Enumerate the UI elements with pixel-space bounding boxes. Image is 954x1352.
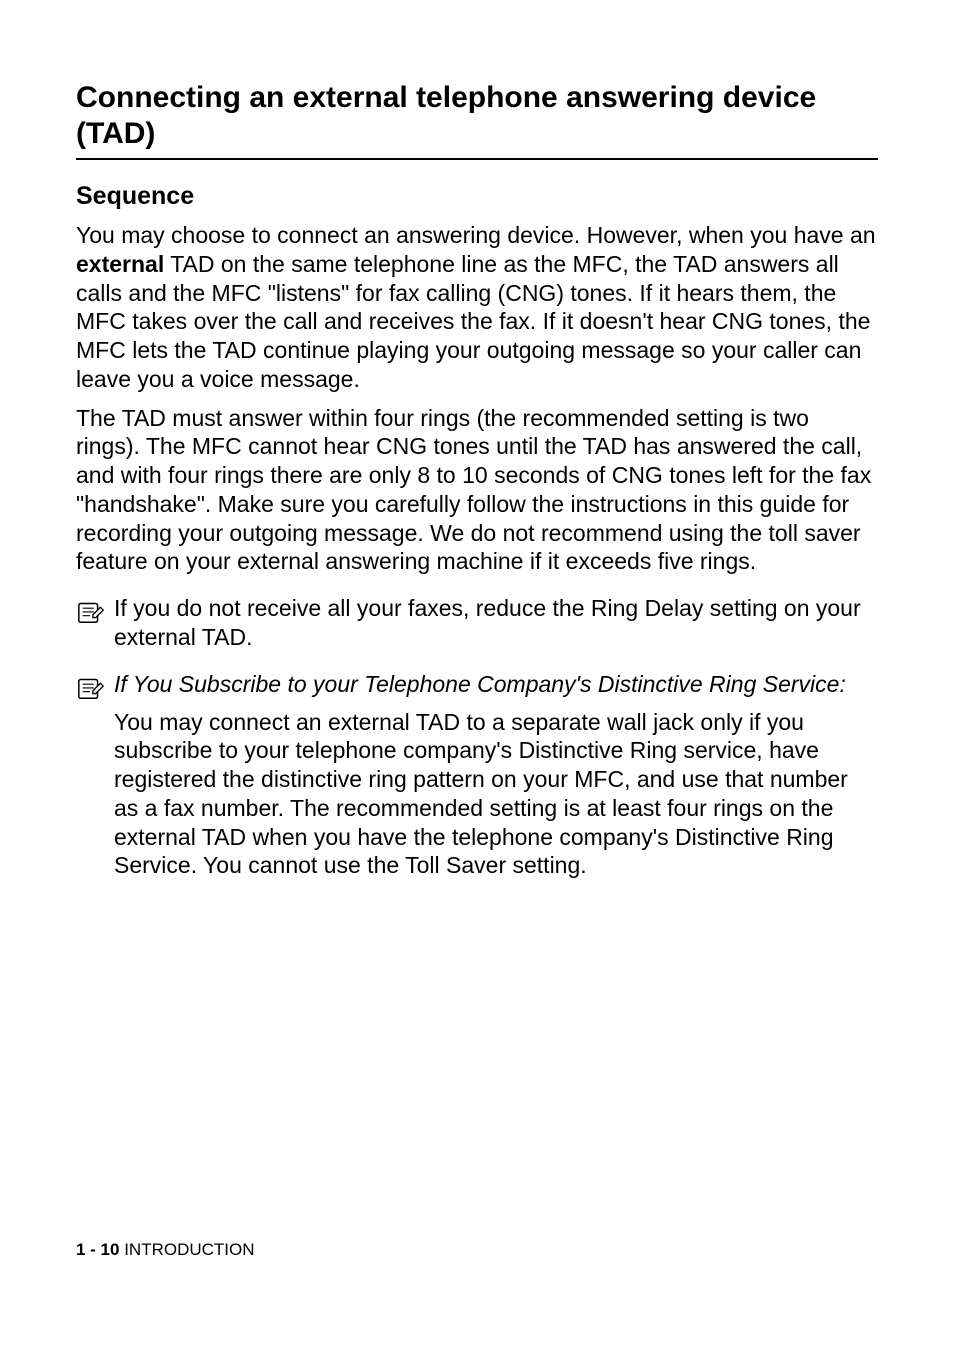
heading-rule xyxy=(76,158,878,160)
document-page: Connecting an external telephone answeri… xyxy=(0,0,954,1352)
note-1-text: If you do not receive all your faxes, re… xyxy=(114,594,878,652)
note-2: If You Subscribe to your Telephone Compa… xyxy=(76,670,878,702)
note-2-italic: If You Subscribe to your Telephone Compa… xyxy=(114,671,846,697)
heading-main: Connecting an external telephone answeri… xyxy=(76,80,878,152)
note-2-heading: If You Subscribe to your Telephone Compa… xyxy=(114,670,878,699)
section-label: INTRODUCTION xyxy=(119,1240,254,1259)
note-pencil-icon xyxy=(76,596,106,626)
page-number: 1 - 10 xyxy=(76,1240,119,1259)
page-footer: 1 - 10 INTRODUCTION xyxy=(76,1240,255,1260)
paragraph-2: The TAD must answer within four rings (t… xyxy=(76,404,878,577)
note-1: If you do not receive all your faxes, re… xyxy=(76,594,878,652)
paragraph-1-part-a: You may choose to connect an answering d… xyxy=(76,222,876,248)
note-2-body: You may connect an external TAD to a sep… xyxy=(114,708,878,881)
paragraph-1-part-b: TAD on the same telephone line as the MF… xyxy=(76,251,870,392)
paragraph-1-bold: external xyxy=(76,251,164,277)
paragraph-1: You may choose to connect an answering d… xyxy=(76,221,878,394)
note-pencil-icon xyxy=(76,672,106,702)
heading-sequence: Sequence xyxy=(76,182,878,211)
